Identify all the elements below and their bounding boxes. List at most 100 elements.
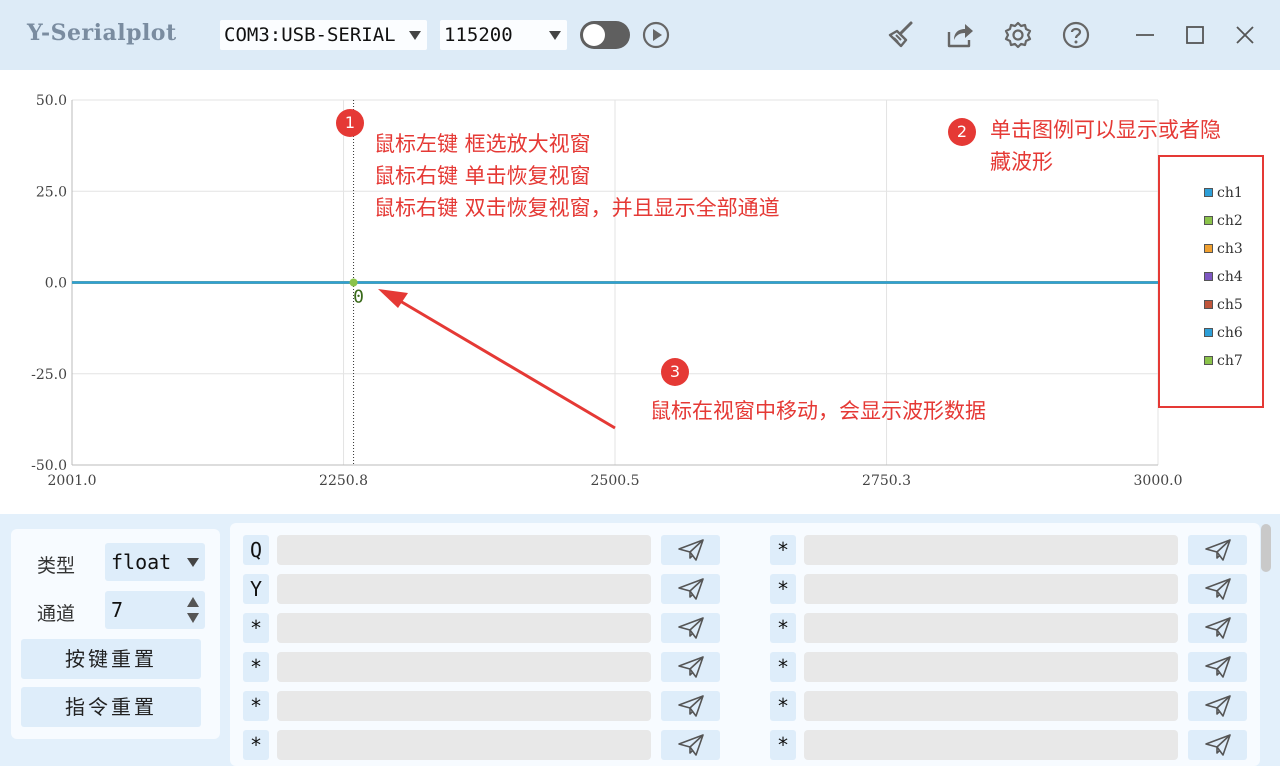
close-icon[interactable] [1229, 19, 1261, 51]
annotation-2-line-1: 单击图例可以显示或者隐 [990, 118, 1221, 142]
send-icon [677, 538, 705, 562]
command-input[interactable] [277, 691, 651, 721]
legend-item-ch7[interactable]: ch7 [1204, 351, 1243, 371]
legend[interactable]: ch1 ch2 ch3 ch4 ch5 ch6 ch7 [1158, 155, 1264, 408]
command-key-button[interactable]: * [243, 730, 269, 760]
spin-down-icon[interactable] [187, 613, 199, 623]
command-key-button[interactable]: * [770, 730, 796, 760]
port-value: COM3:USB-SERIAL [224, 24, 396, 46]
send-button[interactable] [661, 613, 720, 643]
send-icon [1204, 577, 1232, 601]
commands-scrollbar[interactable] [1261, 524, 1271, 572]
legend-label: ch1 [1217, 185, 1243, 201]
gear-icon[interactable] [1002, 19, 1034, 51]
y-tick-label: 0.0 [45, 276, 67, 292]
command-key-button[interactable]: * [770, 535, 796, 565]
minimize-icon[interactable] [1129, 19, 1161, 51]
bottom-panel: 类型 float 通道 7 按键重置 指令重置 Q Y * * * * * * * * * * [0, 514, 1280, 766]
send-button[interactable] [1188, 691, 1247, 721]
port-select[interactable]: COM3:USB-SERIAL [220, 20, 427, 50]
legend-item-ch2[interactable]: ch2 [1204, 211, 1243, 231]
send-button[interactable] [1188, 574, 1247, 604]
send-button[interactable] [1188, 535, 1247, 565]
play-icon[interactable] [640, 19, 672, 51]
command-key-button[interactable]: * [770, 613, 796, 643]
send-button[interactable] [1188, 613, 1247, 643]
legend-label: ch2 [1217, 213, 1243, 229]
command-input[interactable] [804, 652, 1178, 682]
send-button[interactable] [1188, 730, 1247, 760]
annotation-3: 鼠标在视窗中移动，会显示波形数据 [650, 395, 986, 427]
legend-item-ch3[interactable]: ch3 [1204, 239, 1243, 259]
command-input[interactable] [277, 730, 651, 760]
share-icon[interactable] [944, 19, 976, 51]
annotation-badge-2: 2 [948, 118, 976, 146]
broom-icon[interactable] [886, 19, 918, 51]
command-input[interactable] [277, 652, 651, 682]
cursor-point [349, 278, 358, 287]
legend-swatch [1204, 244, 1213, 253]
send-icon [1204, 694, 1232, 718]
send-icon [677, 655, 705, 679]
legend-item-ch5[interactable]: ch5 [1204, 295, 1243, 315]
command-input[interactable] [277, 574, 651, 604]
command-input[interactable] [804, 574, 1178, 604]
cursor-value-label: 0 [353, 287, 364, 308]
command-input[interactable] [804, 535, 1178, 565]
command-key-button[interactable]: * [770, 691, 796, 721]
command-input[interactable] [277, 535, 651, 565]
command-input[interactable] [277, 613, 651, 643]
commands-card: Q Y * * * * * * * * * * [230, 523, 1260, 766]
chevron-down-icon [409, 31, 421, 40]
reset-commands-button[interactable]: 指令重置 [21, 687, 201, 727]
legend-item-ch4[interactable]: ch4 [1204, 267, 1243, 287]
send-icon [677, 694, 705, 718]
command-input[interactable] [804, 613, 1178, 643]
settings-card: 类型 float 通道 7 按键重置 指令重置 [11, 529, 220, 739]
y-tick-label: 25.0 [36, 184, 67, 200]
send-button[interactable] [661, 652, 720, 682]
annotation-arrow-shaft [394, 296, 616, 430]
legend-label: ch6 [1217, 325, 1243, 341]
baud-select[interactable]: 115200 [440, 20, 567, 50]
legend-label: ch3 [1217, 241, 1243, 257]
send-button[interactable] [661, 691, 720, 721]
channel-label: 通道 [37, 603, 76, 625]
annotation-1-line-2: 鼠标右键 单击恢复视窗 [374, 164, 591, 188]
command-key-button[interactable]: * [770, 574, 796, 604]
type-label: 类型 [37, 555, 76, 577]
baud-value: 115200 [444, 24, 513, 46]
maximize-icon[interactable] [1179, 19, 1211, 51]
y-tick-label: -50.0 [31, 458, 67, 474]
legend-item-ch1[interactable]: ch1 [1204, 183, 1243, 203]
command-key-button[interactable]: Y [243, 574, 269, 604]
command-key-button[interactable]: * [243, 613, 269, 643]
send-button[interactable] [1188, 652, 1247, 682]
send-button[interactable] [661, 574, 720, 604]
annotation-badge-3: 3 [661, 358, 689, 386]
command-key-button[interactable]: * [243, 652, 269, 682]
y-tick-label: -25.0 [31, 367, 67, 383]
legend-item-ch6[interactable]: ch6 [1204, 323, 1243, 343]
command-key-button[interactable]: * [243, 691, 269, 721]
send-icon [1204, 616, 1232, 640]
send-button[interactable] [661, 535, 720, 565]
command-key-button[interactable]: * [770, 652, 796, 682]
command-key-button[interactable]: Q [243, 535, 269, 565]
channel-value: 7 [111, 598, 124, 622]
x-tick-label: 3000.0 [1134, 473, 1183, 489]
channel-spinbox[interactable]: 7 [105, 591, 205, 629]
command-input[interactable] [804, 691, 1178, 721]
send-icon [677, 733, 705, 757]
spin-up-icon[interactable] [187, 597, 199, 607]
toggle-knob [583, 24, 605, 46]
connection-toggle[interactable] [580, 21, 630, 49]
plot-area[interactable]: 2001.0 2250.8 2500.5 2750.3 3000.0 50.0 25.0 0.… [0, 70, 1280, 514]
command-input[interactable] [804, 730, 1178, 760]
x-tick-label: 2750.3 [862, 473, 911, 489]
chevron-down-icon [187, 558, 199, 567]
type-select[interactable]: float [105, 543, 205, 581]
help-icon[interactable] [1060, 19, 1092, 51]
reset-keys-button[interactable]: 按键重置 [21, 639, 201, 679]
send-button[interactable] [661, 730, 720, 760]
